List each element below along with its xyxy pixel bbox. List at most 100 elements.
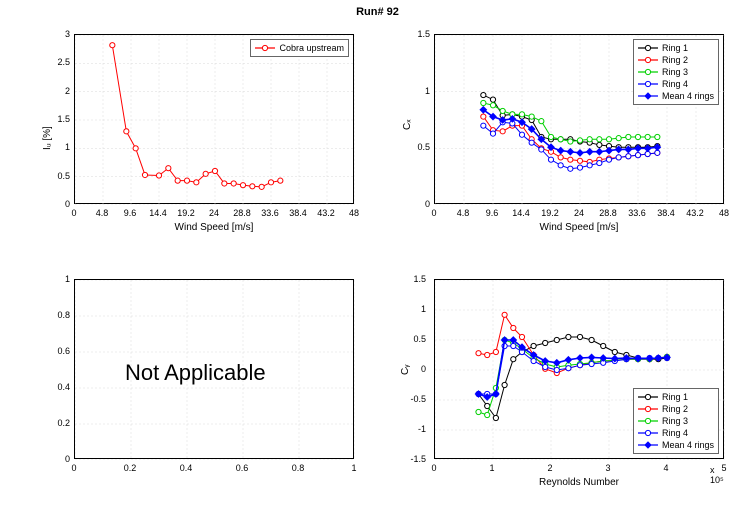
xtick-label: 0 <box>62 463 86 473</box>
ylabel-tr: Cₓ <box>402 119 413 130</box>
chart-svg-tl <box>75 35 355 205</box>
xtick-label: 43.2 <box>314 208 338 218</box>
xtick-label: 48 <box>342 208 366 218</box>
panel-tl: 00.511.522.53 Cobra upstream 04.89.614.4… <box>40 30 360 240</box>
legend-label: Ring 2 <box>662 55 688 65</box>
xticklabels-br: 012345 <box>434 463 724 475</box>
xticklabels-tr: 04.89.614.419.22428.833.638.443.248 <box>434 208 724 220</box>
circle-marker-icon <box>638 80 658 88</box>
xtick-label: 9.6 <box>118 208 142 218</box>
legend-label: Ring 4 <box>662 79 688 89</box>
xtick-label: 1 <box>342 463 366 473</box>
ytick-label: 2 <box>42 86 70 96</box>
legend-label: Cobra upstream <box>279 43 344 53</box>
ytick-label: 0.2 <box>42 418 70 428</box>
ytick-label: 1 <box>398 304 426 314</box>
xtick-label: 19.2 <box>538 208 562 218</box>
circle-marker-icon <box>638 68 658 76</box>
circle-marker-icon <box>638 44 658 52</box>
xtick-label: 33.6 <box>625 208 649 218</box>
legend-item: Ring 4 <box>638 78 714 90</box>
ytick-label: 0.5 <box>398 334 426 344</box>
plot-area-br: Ring 1 Ring 2 Ring 3 Ring 4 Mean 4 rings <box>434 279 724 459</box>
xtick-label: 0.2 <box>118 463 142 473</box>
xtick-label: 33.6 <box>258 208 282 218</box>
xticklabels-bl: 00.20.40.60.81 <box>74 463 354 475</box>
xtick-label: 4 <box>654 463 678 473</box>
legend-item: Ring 4 <box>638 427 714 439</box>
xtick-label: 0.6 <box>230 463 254 473</box>
ytick-label: 1 <box>42 274 70 284</box>
legend-label: Ring 4 <box>662 428 688 438</box>
legend-label: Mean 4 rings <box>662 91 714 101</box>
xtick-label: 4.8 <box>451 208 475 218</box>
xticklabels-tl: 04.89.614.419.22428.833.638.443.248 <box>74 208 354 220</box>
legend-item: Ring 2 <box>638 403 714 415</box>
plot-area-tr: Ring 1 Ring 2Ring 3Ring 4 Mean 4 rings <box>434 34 724 204</box>
panel-tr: 00.511.5 Ring 1Ring 2Ring 3Ring 4Mean 4 … <box>400 30 730 240</box>
legend-item: Mean 4 rings <box>638 439 714 451</box>
ylabel-br: Cᵧ <box>400 365 411 375</box>
legend-item: Ring 3 <box>638 415 714 427</box>
xtick-label: 0.8 <box>286 463 310 473</box>
xtick-label: 28.8 <box>596 208 620 218</box>
diamond-marker-icon <box>638 92 658 100</box>
xtick-label: 38.4 <box>286 208 310 218</box>
ytick-label: 0.5 <box>42 171 70 181</box>
ytick-label: 0.8 <box>42 310 70 320</box>
legend-item: Ring 3 <box>638 66 714 78</box>
legend-label: Ring 3 <box>662 416 688 426</box>
xtick-label: 4.8 <box>90 208 114 218</box>
xtick-label: 19.2 <box>174 208 198 218</box>
ytick-label: 3 <box>42 29 70 39</box>
xtick-label: 2 <box>538 463 562 473</box>
legend-br: Ring 1 Ring 2 Ring 3 Ring 4 Mean 4 rings <box>633 388 719 454</box>
circle-marker-icon <box>638 56 658 64</box>
plot-area-tl: Cobra upstream <box>74 34 354 204</box>
ytick-label: 0.5 <box>402 142 430 152</box>
xtick-label: 0 <box>422 463 446 473</box>
legend-tr: Ring 1 Ring 2Ring 3Ring 4 Mean 4 rings <box>633 39 719 105</box>
legend-tl: Cobra upstream <box>250 39 349 57</box>
legend-label: Ring 2 <box>662 404 688 414</box>
legend-label: Ring 1 <box>662 43 688 53</box>
ytick-label: -0.5 <box>398 394 426 404</box>
yticklabels-bl: 00.20.40.60.81 <box>44 275 70 495</box>
legend-item: Ring 1 <box>638 42 714 54</box>
ytick-label: 1.5 <box>398 274 426 284</box>
xtick-label: 9.6 <box>480 208 504 218</box>
figure-title: Run# 92 <box>0 6 755 18</box>
xlabel-br: Reynolds Number <box>434 477 724 488</box>
legend-item: Mean 4 rings <box>638 90 714 102</box>
axis-exponent-br: x 10⁵ <box>710 465 730 485</box>
circle-marker-icon <box>638 393 658 401</box>
xtick-label: 3 <box>596 463 620 473</box>
legend-item: Cobra upstream <box>255 42 344 54</box>
legend-item: Ring 2 <box>638 54 714 66</box>
legend-label: Ring 1 <box>662 392 688 402</box>
panel-bl: 00.20.40.60.81 Not Applicable 00.20.40.6… <box>40 275 360 495</box>
circle-marker-icon <box>255 44 275 52</box>
xtick-label: 0 <box>62 208 86 218</box>
xtick-label: 24 <box>567 208 591 218</box>
circle-marker-icon <box>638 405 658 413</box>
yticklabels-br: -1.5-1-0.500.511.5 <box>400 275 426 495</box>
xtick-label: 43.2 <box>683 208 707 218</box>
xtick-label: 28.8 <box>230 208 254 218</box>
legend-label: Mean 4 rings <box>662 440 714 450</box>
plot-area-bl: Not Applicable <box>74 279 354 459</box>
xtick-label: 24 <box>202 208 226 218</box>
figure-page: Run# 92 00.511.522.53 Cobra upstream 04.… <box>0 0 755 517</box>
ytick-label: 1.5 <box>402 29 430 39</box>
ytick-label: 1.5 <box>42 114 70 124</box>
ytick-label: 0.6 <box>42 346 70 356</box>
xlabel-tl: Wind Speed [m/s] <box>74 222 354 233</box>
xtick-label: 1 <box>480 463 504 473</box>
ytick-label: -1 <box>398 424 426 434</box>
ylabel-tl: Iᵤ [%] <box>42 126 53 150</box>
xtick-label: 0.4 <box>174 463 198 473</box>
diamond-marker-icon <box>638 441 658 449</box>
xtick-label: 38.4 <box>654 208 678 218</box>
xtick-label: 14.4 <box>509 208 533 218</box>
xtick-label: 14.4 <box>146 208 170 218</box>
